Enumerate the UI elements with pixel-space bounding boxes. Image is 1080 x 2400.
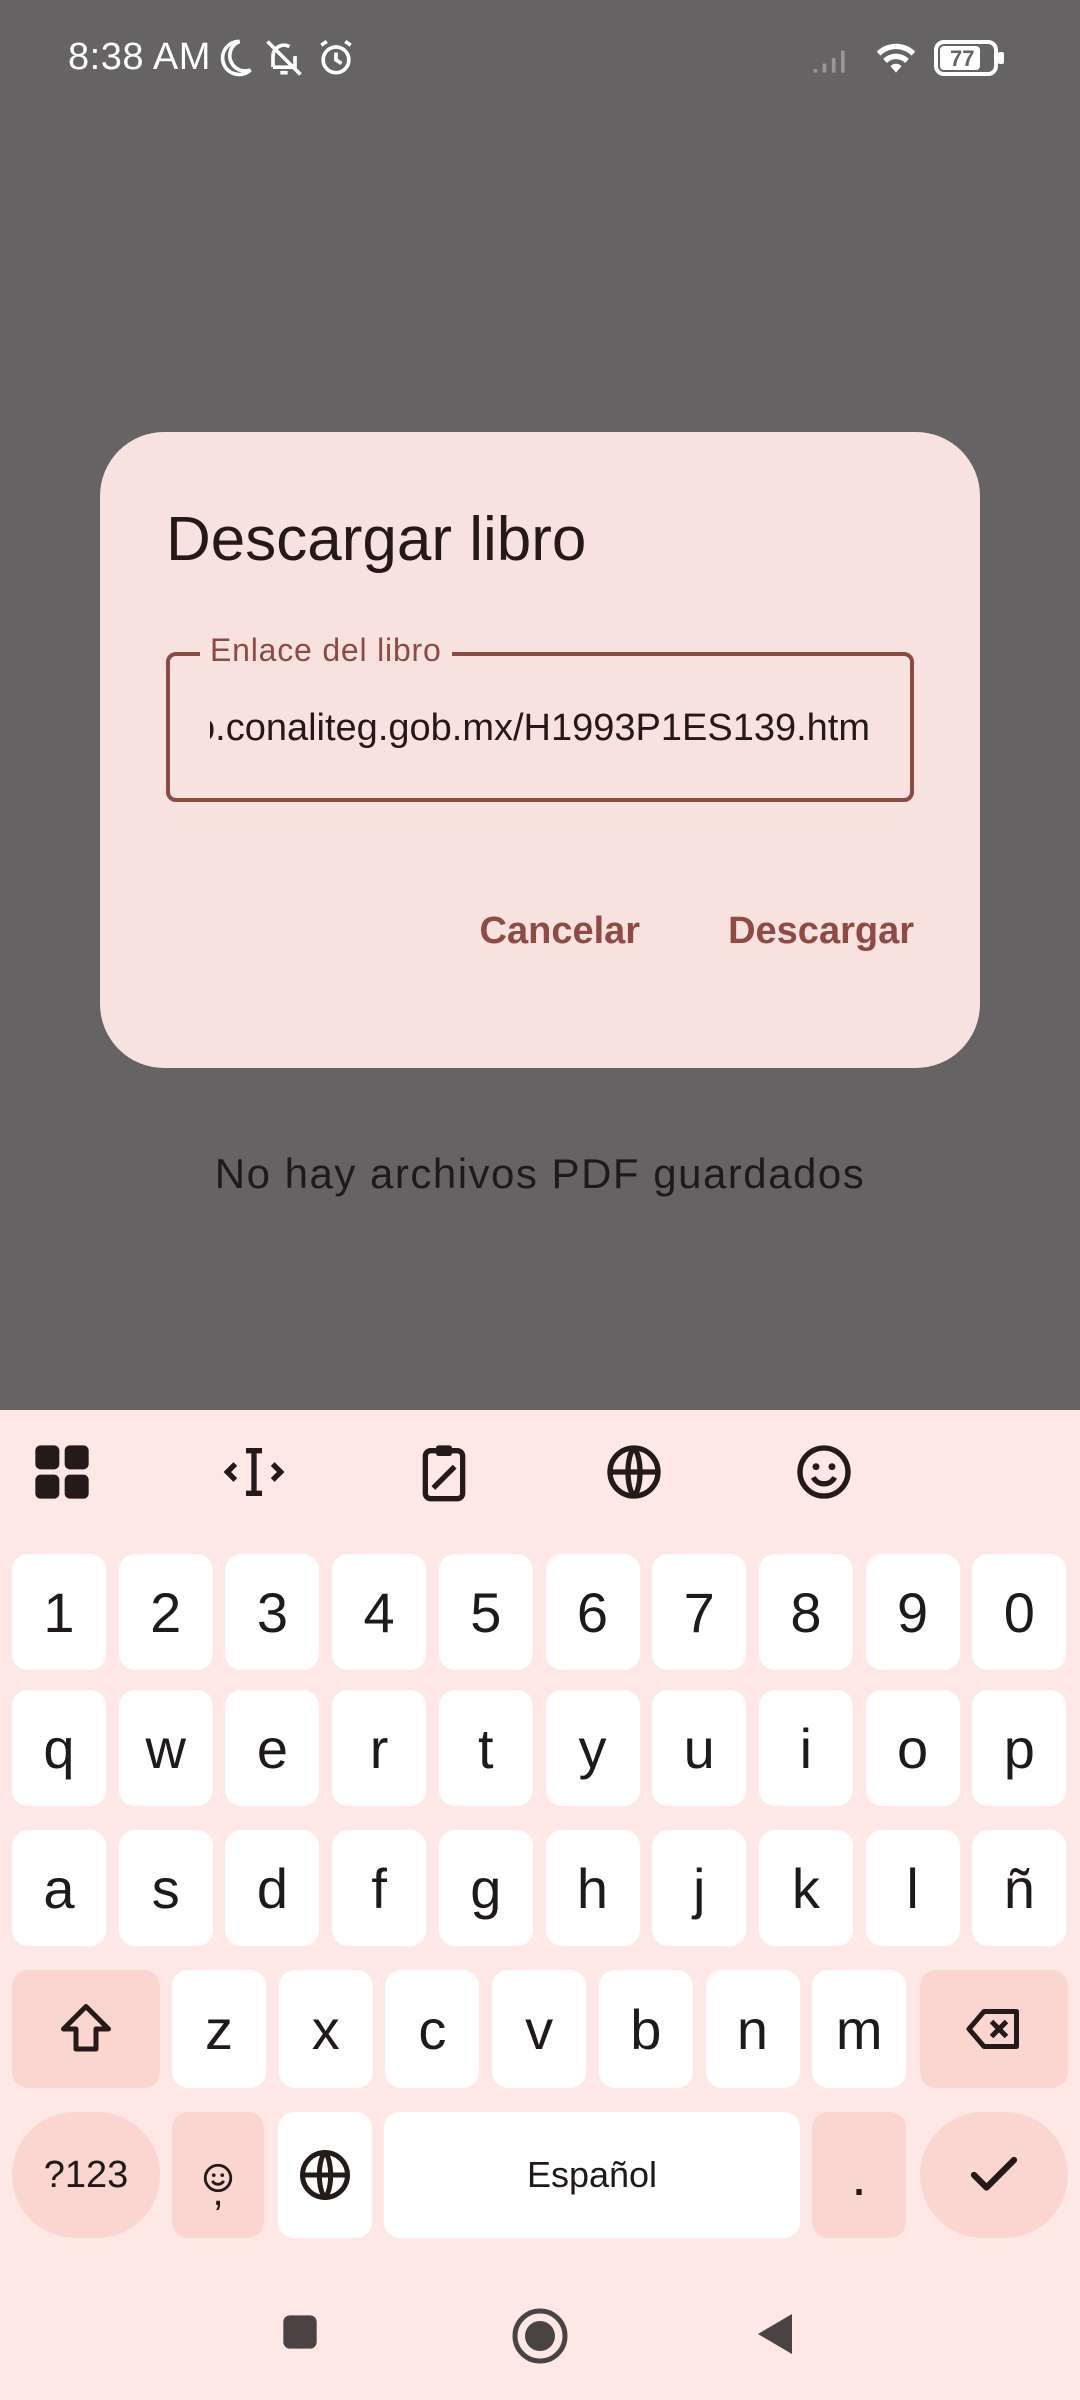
empty-state-text: No hay archivos PDF guardados [214, 1150, 866, 1197]
key-o[interactable]: o [865, 1690, 960, 1806]
key-k[interactable]: k [758, 1830, 853, 1946]
key-3[interactable]: 3 [225, 1554, 320, 1670]
key-2[interactable]: 2 [118, 1554, 213, 1670]
key-g[interactable]: g [438, 1830, 533, 1946]
key-x[interactable]: x [278, 1970, 373, 2088]
emoji-comma-key[interactable]: , [172, 2112, 264, 2238]
key-s[interactable]: s [118, 1830, 213, 1946]
signal-icon [808, 36, 852, 80]
alarm-icon [314, 36, 358, 80]
period-key[interactable]: . [812, 2112, 906, 2238]
key-0[interactable]: 0 [972, 1554, 1067, 1670]
key-h[interactable]: h [545, 1830, 640, 1946]
key-6[interactable]: 6 [545, 1554, 640, 1670]
space-key[interactable]: Español [384, 2112, 800, 2238]
key-9[interactable]: 9 [865, 1554, 960, 1670]
keyboard: ?123 , Español . 1234567890 qwertyuiop asd… [0, 1410, 1080, 2400]
key-p[interactable]: p [972, 1690, 1067, 1806]
key-q[interactable]: q [12, 1690, 106, 1806]
shift-key[interactable] [12, 1970, 160, 2088]
moon-icon [212, 36, 256, 80]
key-t[interactable]: t [438, 1690, 533, 1806]
key-ñ[interactable]: ñ [972, 1830, 1067, 1946]
key-y[interactable]: y [545, 1690, 640, 1806]
clipboard-icon[interactable] [412, 1440, 476, 1504]
key-4[interactable]: 4 [332, 1554, 427, 1670]
book-link-field[interactable]: Enlace del libro [166, 632, 914, 802]
key-c[interactable]: c [385, 1970, 480, 2088]
battery-level: 77 [950, 46, 975, 71]
key-5[interactable]: 5 [438, 1554, 533, 1670]
key-d[interactable]: d [225, 1830, 320, 1946]
key-u[interactable]: u [652, 1690, 747, 1806]
key-r[interactable]: r [332, 1690, 427, 1806]
key-n[interactable]: n [705, 1970, 800, 2088]
key-z[interactable]: z [172, 1970, 266, 2088]
key-8[interactable]: 8 [758, 1554, 853, 1670]
wifi-icon [874, 36, 918, 80]
cancel-button[interactable]: Cancelar [480, 910, 641, 953]
download-button[interactable]: Descargar [728, 910, 914, 953]
key-m[interactable]: m [812, 1970, 907, 2088]
key-7[interactable]: 7 [652, 1554, 747, 1670]
emoji-icon[interactable] [792, 1440, 856, 1504]
globe-icon[interactable] [602, 1440, 666, 1504]
book-link-label: Enlace del libro [200, 632, 452, 669]
key-v[interactable]: v [492, 1970, 587, 2088]
status-time: 8:38 AM [68, 36, 211, 78]
key-w[interactable]: w [118, 1690, 213, 1806]
key-i[interactable]: i [758, 1690, 853, 1806]
status-bar: 8:38 AM 77 [0, 0, 1080, 120]
key-l[interactable]: l [865, 1830, 960, 1946]
recents-icon[interactable] [280, 2312, 320, 2352]
bell-off-icon [262, 36, 306, 80]
key-a[interactable]: a [12, 1830, 106, 1946]
dialog-title: Descargar libro [166, 505, 587, 574]
symbols-key[interactable]: ?123 [12, 2112, 160, 2238]
enter-check-key[interactable] [920, 2112, 1068, 2238]
apps-grid-icon[interactable] [30, 1440, 94, 1504]
key-e[interactable]: e [225, 1690, 320, 1806]
home-icon[interactable] [510, 2306, 570, 2366]
download-book-dialog: Descargar libro Enlace del libro Cancela… [100, 432, 980, 1068]
text-cursor-icon[interactable] [222, 1440, 286, 1504]
backspace-key[interactable] [920, 1970, 1068, 2088]
dialog-actions: Cancelar Descargar [480, 910, 914, 953]
key-f[interactable]: f [332, 1830, 427, 1946]
key-b[interactable]: b [598, 1970, 693, 2088]
back-icon[interactable] [752, 2310, 800, 2358]
comma-label: , [212, 2170, 224, 2214]
key-1[interactable]: 1 [12, 1554, 106, 1670]
keyboard-toolbar [0, 1410, 1080, 1530]
book-link-input[interactable] [210, 700, 870, 756]
key-j[interactable]: j [652, 1830, 747, 1946]
language-key[interactable] [278, 2112, 372, 2238]
